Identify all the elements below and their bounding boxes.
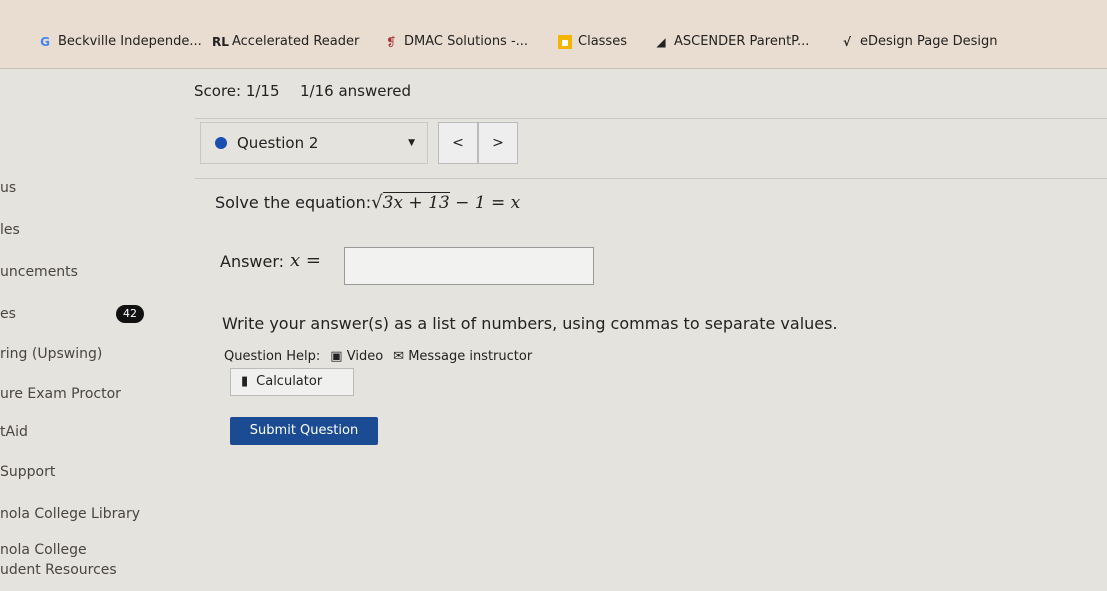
equation-radicand: 3x + 13: [382, 192, 450, 213]
sidebar-item[interactable]: les: [0, 222, 20, 238]
google-icon: G: [40, 34, 50, 49]
answer-input[interactable]: [344, 247, 594, 285]
status-dot-icon: [215, 137, 227, 149]
sidebar-item[interactable]: ure Exam Proctor: [0, 386, 121, 402]
divider: [195, 178, 1107, 179]
sidebar-item[interactable]: Support: [0, 464, 55, 480]
bookmark[interactable]: G Beckville Independe...: [38, 34, 202, 49]
sidebar-item[interactable]: nola College Library: [0, 506, 140, 522]
chevron-down-icon: ▼: [408, 138, 415, 148]
calculator-button[interactable]: ▮ Calculator: [230, 368, 354, 396]
video-icon: ▣: [330, 349, 343, 364]
video-label: Video: [346, 349, 384, 364]
sqrt-icon: √: [842, 34, 851, 49]
video-link[interactable]: ▣ Video: [330, 349, 383, 364]
bookmark[interactable]: RL Accelerated Reader: [212, 34, 359, 49]
prev-question-button[interactable]: <: [438, 122, 478, 164]
score: Score: 1/15: [194, 82, 280, 100]
prompt-text: Solve the equation:: [215, 193, 372, 212]
question-prompt: Solve the equation: √ 3x + 13 − 1 = x: [215, 192, 520, 213]
message-label: Message instructor: [408, 349, 533, 364]
submit-question-button[interactable]: Submit Question: [230, 417, 378, 445]
message-instructor-link[interactable]: ✉ Message instructor: [393, 349, 532, 364]
calculator-icon: ▮: [241, 374, 249, 389]
equation-rest: − 1 = x: [449, 192, 521, 213]
bookmark-label: Accelerated Reader: [232, 34, 360, 49]
answer-label: Answer:: [220, 252, 285, 271]
sidebar-item[interactable]: us: [0, 180, 16, 196]
question-select[interactable]: Question 2 ▼: [200, 122, 428, 164]
dmac-icon: ❡: [385, 34, 397, 49]
bookmark[interactable]: ❡ DMAC Solutions -...: [384, 34, 528, 49]
bookmark-label: eDesign Page Design: [860, 34, 998, 49]
sidebar-item[interactable]: es: [0, 306, 16, 322]
next-question-button[interactable]: >: [478, 122, 518, 164]
bookmark[interactable]: ◢ ASCENDER ParentP...: [654, 34, 809, 49]
help-label: Question Help:: [224, 349, 321, 364]
bookmark-label: DMAC Solutions -...: [404, 34, 529, 49]
bookmark-label: Classes: [578, 34, 627, 49]
sidebar-item[interactable]: uncements: [0, 264, 78, 280]
sidebar-item[interactable]: ring (Upswing): [0, 346, 102, 362]
answer-variable: x =: [290, 250, 321, 271]
divider: [195, 118, 1107, 119]
bookmark[interactable]: ▪ Classes: [558, 34, 627, 49]
rl-icon: RL: [212, 34, 229, 49]
sqrt-sign: √: [371, 192, 383, 213]
sidebar-item[interactable]: nola College: [0, 542, 87, 558]
bookmarks-bar: G Beckville Independe... RL Accelerated Re…: [0, 0, 1107, 69]
bookmark-label: ASCENDER ParentP...: [674, 34, 810, 49]
classroom-icon: ▪: [558, 34, 572, 49]
calculator-label: Calculator: [256, 374, 323, 389]
question-help: Question Help: ▣ Video ✉ Message instruc…: [224, 349, 532, 364]
answered-count: 1/16 answered: [300, 82, 412, 100]
sidebar-item[interactable]: udent Resources: [0, 562, 117, 578]
question-label: Question 2: [237, 134, 319, 152]
ascender-icon: ◢: [656, 34, 666, 49]
instruction-text: Write your answer(s) as a list of number…: [222, 314, 838, 333]
bookmark-label: Beckville Independe...: [58, 34, 202, 49]
notification-badge: 42: [116, 305, 144, 323]
sidebar-item[interactable]: tAid: [0, 424, 28, 440]
bookmark[interactable]: √ eDesign Page Design: [840, 34, 998, 49]
mail-icon: ✉: [393, 349, 405, 364]
